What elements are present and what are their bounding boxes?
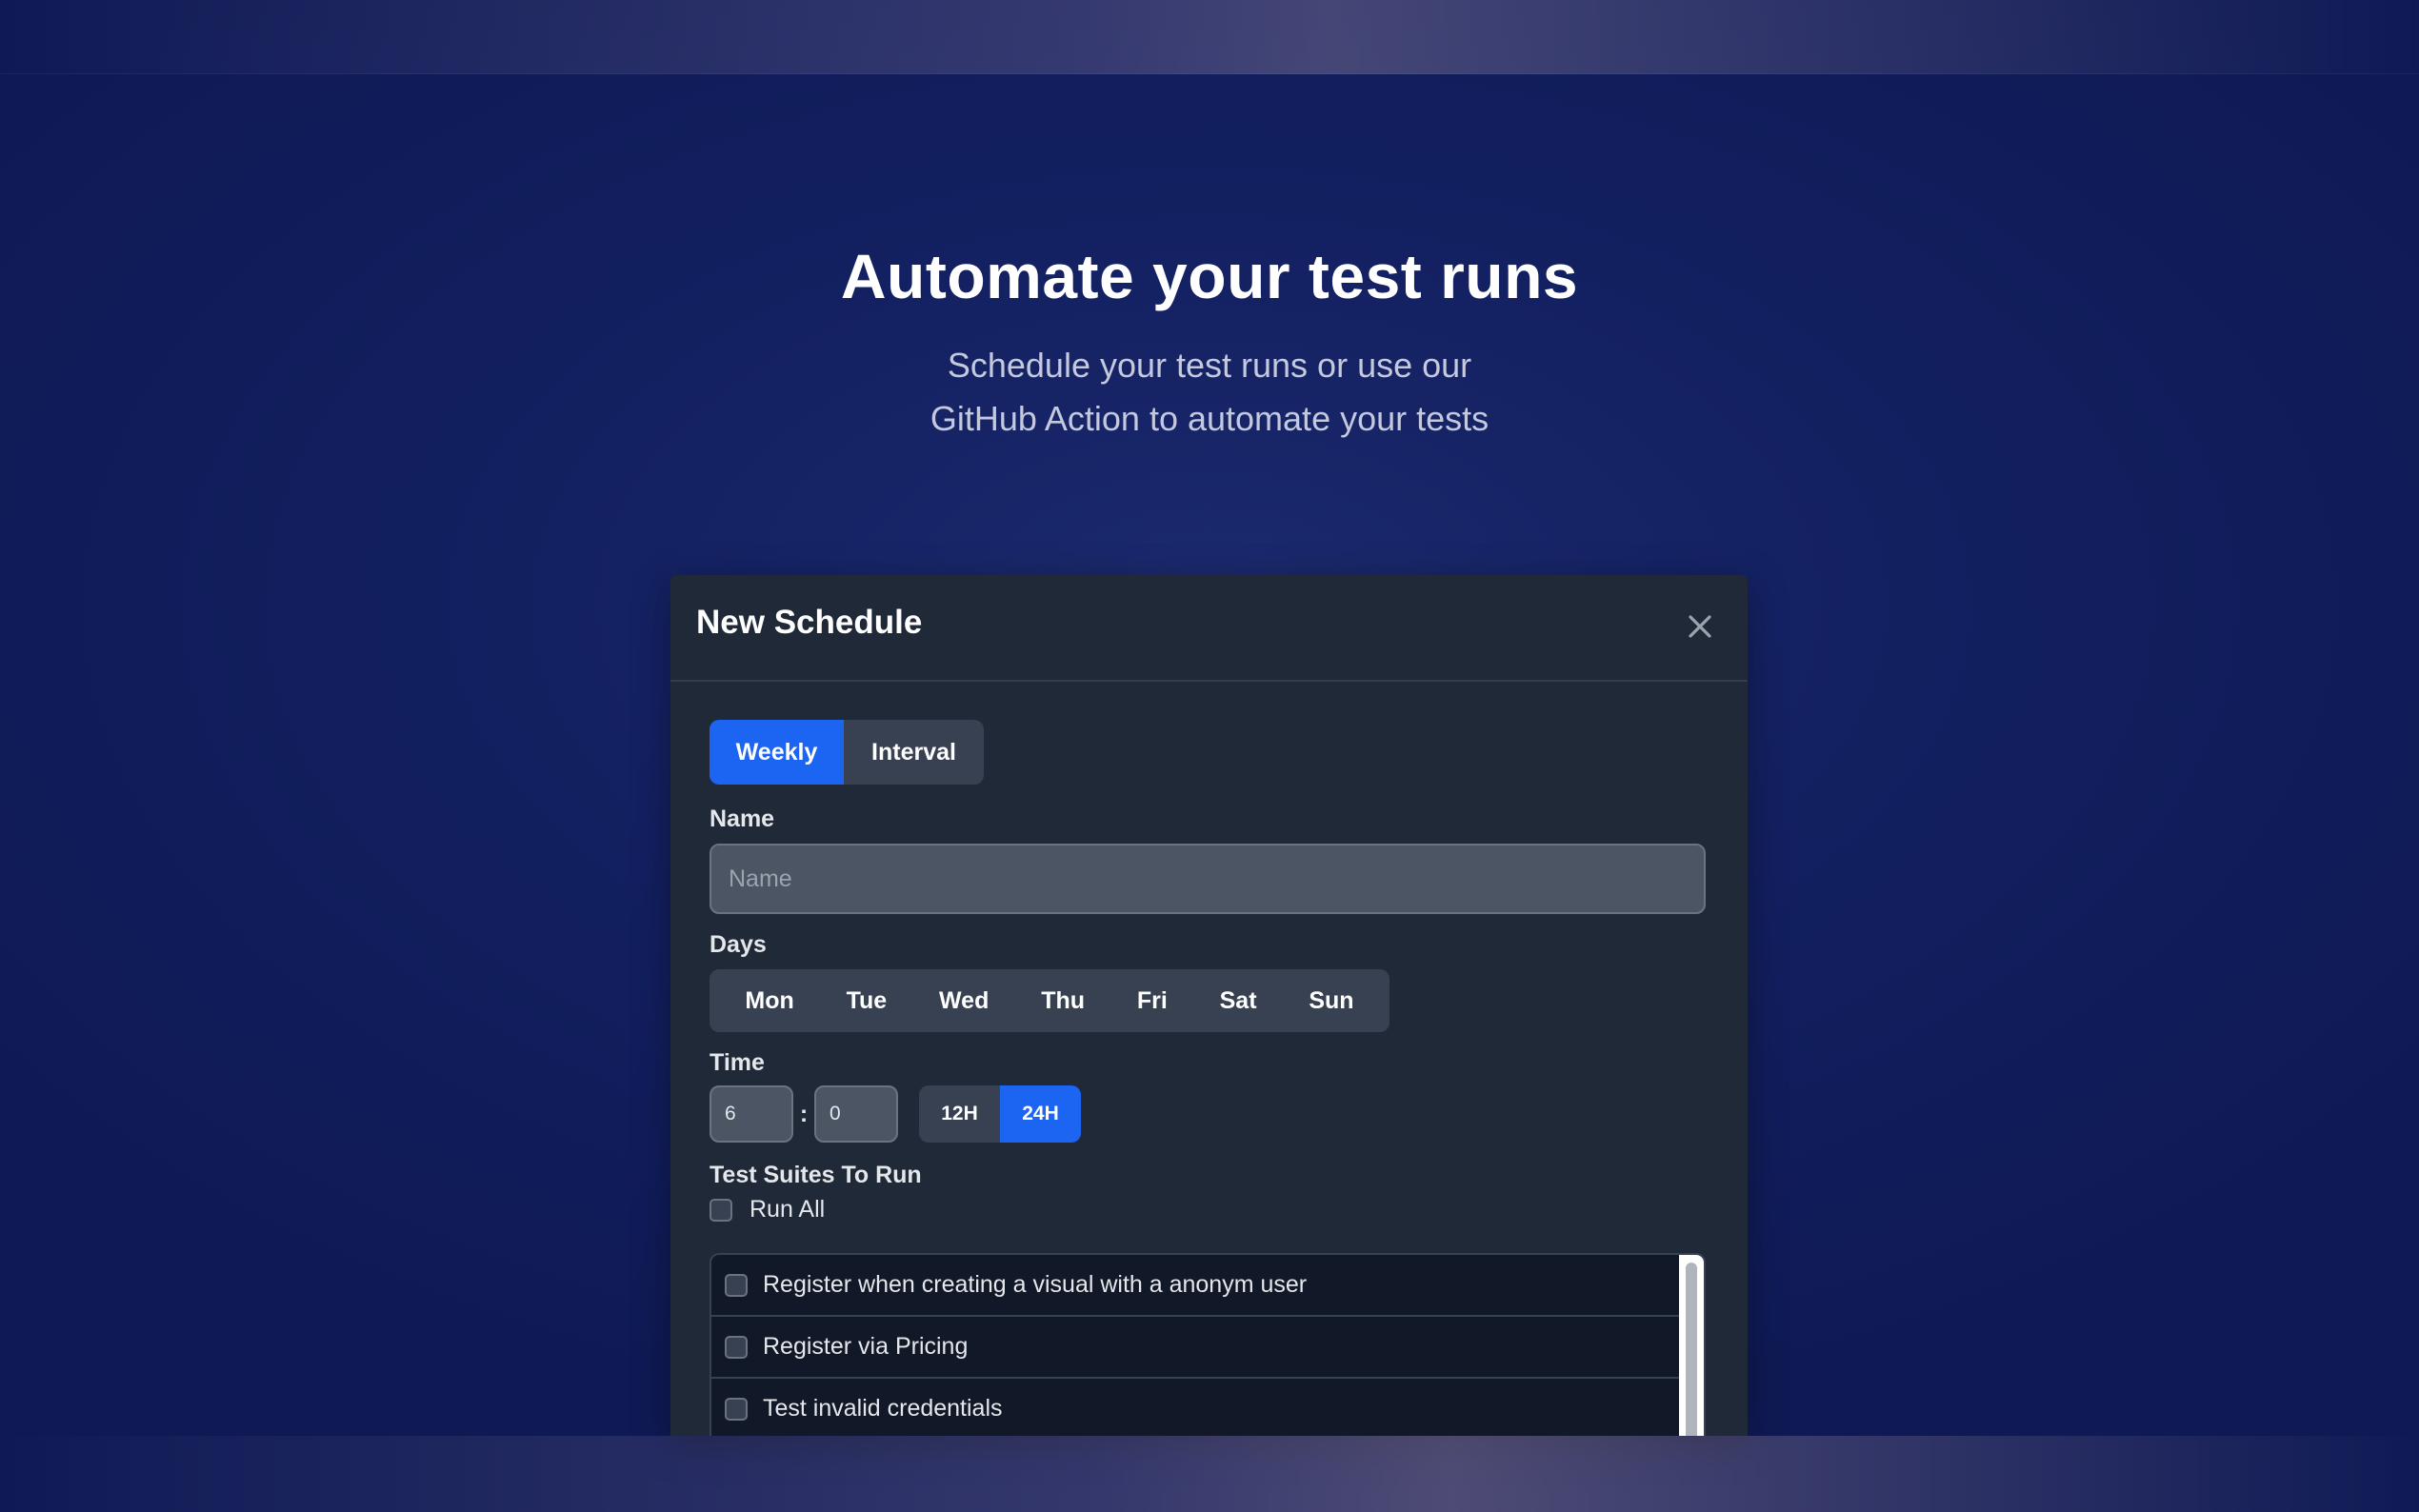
day-mon[interactable]: Mon <box>733 978 805 1025</box>
test-suites-label: Test Suites To Run <box>710 1162 922 1188</box>
close-button[interactable] <box>1681 607 1719 646</box>
day-sat[interactable]: Sat <box>1209 978 1269 1025</box>
format-12h-button[interactable]: 12H <box>919 1085 1000 1143</box>
new-schedule-modal: New Schedule Weekly Interval Name Days M… <box>670 575 1748 1436</box>
list-item[interactable]: Test invalid credentials <box>711 1379 1681 1436</box>
hero-title: Automate your test runs <box>840 241 1579 311</box>
day-thu[interactable]: Thu <box>1030 978 1096 1025</box>
modal-title: New Schedule <box>696 604 923 641</box>
suite-label: Test invalid credentials <box>763 1395 1003 1422</box>
run-all-option: Run All <box>710 1196 825 1224</box>
days-selector: Mon Tue Wed Thu Fri Sat Sun <box>710 969 1389 1032</box>
run-all-label: Run All <box>750 1196 826 1223</box>
tab-interval[interactable]: Interval <box>844 720 984 785</box>
name-label: Name <box>710 806 775 832</box>
suite-checkbox[interactable] <box>725 1335 748 1359</box>
schedule-mode-toggle: Weekly Interval <box>710 720 984 785</box>
tab-weekly[interactable]: Weekly <box>710 720 844 785</box>
name-input[interactable] <box>710 844 1706 914</box>
suite-label: Register when creating a visual with a a… <box>763 1271 1308 1298</box>
modal-body: Weekly Interval Name Days Mon Tue Wed Th… <box>710 720 1708 1436</box>
day-sun[interactable]: Sun <box>1297 978 1365 1025</box>
day-tue[interactable]: Tue <box>835 978 899 1025</box>
hero-subtitle-line-1: Schedule your test runs or use our <box>947 346 1472 385</box>
time-separator: : <box>799 1100 809 1127</box>
hero-subtitle: Schedule your test runs or use our GitHu… <box>0 339 2419 446</box>
time-label: Time <box>710 1049 765 1076</box>
suites-scrollbar[interactable] <box>1679 1255 1704 1436</box>
scrollbar-thumb[interactable] <box>1686 1263 1697 1436</box>
top-glow-decoration <box>0 0 2419 74</box>
days-label: Days <box>710 931 767 958</box>
hour-input[interactable] <box>710 1085 793 1143</box>
time-format-toggle: 12H 24H <box>919 1085 1081 1143</box>
run-all-checkbox[interactable] <box>710 1198 732 1222</box>
list-item[interactable]: Register via Pricing <box>711 1317 1681 1379</box>
day-fri[interactable]: Fri <box>1126 978 1179 1025</box>
suite-checkbox[interactable] <box>725 1273 748 1297</box>
format-24h-button[interactable]: 24H <box>1000 1085 1081 1143</box>
suite-label: Register via Pricing <box>763 1333 969 1360</box>
close-icon <box>1689 615 1711 638</box>
bottom-glow-decoration <box>0 1436 2419 1512</box>
hero-subtitle-line-2: GitHub Action to automate your tests <box>930 399 1489 438</box>
minute-input[interactable] <box>814 1085 898 1143</box>
day-wed[interactable]: Wed <box>928 978 1000 1025</box>
suite-checkbox[interactable] <box>725 1397 748 1421</box>
modal-header: New Schedule <box>670 575 1748 682</box>
time-row: : 12H 24H <box>710 1085 1081 1143</box>
list-item[interactable]: Register when creating a visual with a a… <box>711 1255 1681 1317</box>
test-suites-list: Register when creating a visual with a a… <box>710 1253 1706 1436</box>
